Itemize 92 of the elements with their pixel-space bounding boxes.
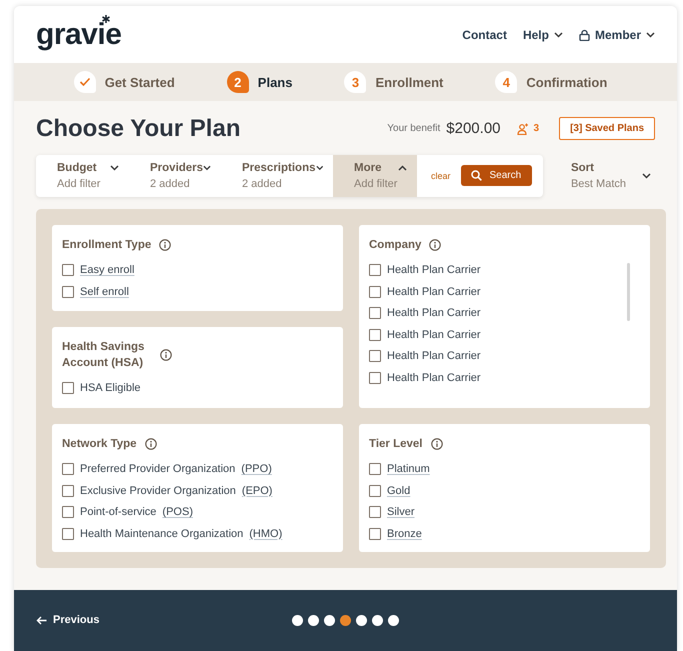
checkbox[interactable] bbox=[62, 286, 74, 298]
checkbox[interactable] bbox=[62, 382, 74, 394]
search-icon bbox=[470, 170, 482, 182]
info-icon[interactable] bbox=[144, 438, 157, 450]
option-label: Health Plan Carrier bbox=[387, 328, 481, 341]
checkbox[interactable] bbox=[369, 528, 381, 540]
option-label: Health Plan Carrier bbox=[387, 350, 481, 362]
scrollbar[interactable] bbox=[627, 262, 630, 321]
abbreviation-link[interactable]: (HMO) bbox=[249, 528, 282, 540]
info-icon[interactable] bbox=[160, 348, 172, 361]
checkbox[interactable] bbox=[369, 463, 381, 476]
group-title: Tier Level bbox=[369, 436, 422, 452]
filter-dropdown[interactable]: Providers 2 added bbox=[129, 154, 221, 197]
benefit-amount: $200.00 bbox=[446, 120, 501, 138]
arrow-left-icon bbox=[36, 616, 47, 625]
checkbox[interactable] bbox=[369, 350, 381, 362]
filter-dropdown[interactable]: Budget Add filter bbox=[36, 154, 129, 197]
option-label: Health Plan Carrier bbox=[387, 286, 481, 298]
step-label: Plans bbox=[258, 74, 292, 90]
search-button[interactable]: Search bbox=[460, 165, 532, 186]
chevron-up-icon bbox=[398, 164, 407, 171]
filter-dropdown[interactable]: Prescriptions 2 added bbox=[221, 154, 333, 197]
page-dot[interactable] bbox=[340, 614, 351, 626]
option-label: Health Plan Carrier bbox=[387, 372, 481, 384]
info-icon[interactable] bbox=[430, 438, 442, 450]
group-title: Network Type bbox=[62, 436, 137, 452]
option-link[interactable]: Self enroll bbox=[80, 286, 129, 298]
clear-link[interactable]: clear bbox=[431, 170, 451, 181]
saved-plans-button[interactable]: [3] Saved Plans bbox=[559, 117, 655, 140]
chevron-down-icon bbox=[203, 164, 211, 171]
info-icon[interactable] bbox=[159, 238, 172, 251]
page-dot[interactable] bbox=[308, 614, 319, 626]
checkbox[interactable] bbox=[62, 264, 74, 276]
abbreviation-link[interactable]: (POS) bbox=[162, 506, 193, 518]
abbreviation-link[interactable]: (PPO) bbox=[241, 463, 272, 476]
option-label: Preferred Provider Organization bbox=[80, 463, 236, 476]
option-label: Health Maintenance Organization bbox=[80, 528, 244, 540]
checkbox[interactable] bbox=[369, 484, 381, 497]
household-count: 3 bbox=[534, 123, 540, 134]
option-link[interactable]: Bronze bbox=[387, 528, 422, 540]
option-label: Health Plan Carrier bbox=[387, 307, 481, 320]
step-number: 3 bbox=[344, 71, 366, 94]
option-label: Exclusive Provider Organization bbox=[80, 484, 236, 497]
step-label: Get Started bbox=[104, 74, 175, 90]
nav-link[interactable]: Contact bbox=[462, 28, 507, 42]
chevron-down-icon bbox=[316, 164, 323, 171]
nav-menu[interactable]: Help bbox=[522, 28, 563, 42]
checkbox[interactable] bbox=[62, 484, 74, 497]
group-title: Health Savings Account (HSA) bbox=[62, 340, 146, 371]
checkbox[interactable] bbox=[369, 328, 381, 341]
chevron-down-icon bbox=[554, 32, 563, 38]
checkbox[interactable] bbox=[369, 286, 381, 298]
filter-dropdown[interactable]: More Add filter bbox=[333, 154, 417, 197]
previous-link[interactable]: Previous bbox=[36, 614, 100, 626]
lock-icon bbox=[578, 28, 590, 41]
checkbox[interactable] bbox=[369, 307, 381, 320]
page-title: Choose Your Plan bbox=[36, 114, 240, 143]
asterisk-icon bbox=[102, 14, 110, 23]
checkbox[interactable] bbox=[62, 506, 74, 518]
chevron-down-icon bbox=[642, 172, 651, 179]
page-dot[interactable] bbox=[324, 614, 335, 626]
option-label: HSA Eligible bbox=[80, 382, 141, 394]
checkbox[interactable] bbox=[369, 372, 381, 384]
option-link[interactable]: Silver bbox=[387, 506, 415, 518]
checkbox[interactable] bbox=[62, 463, 74, 476]
checkbox[interactable] bbox=[369, 264, 381, 276]
option-link[interactable]: Gold bbox=[387, 484, 410, 497]
page-dot[interactable] bbox=[372, 614, 383, 626]
chevron-down-icon bbox=[110, 164, 119, 171]
benefit-label: Your benefit bbox=[387, 123, 440, 134]
step-number: 2 bbox=[226, 71, 249, 94]
option-link[interactable]: Platinum bbox=[387, 463, 430, 476]
checkbox[interactable] bbox=[369, 506, 381, 518]
person-icon[interactable] bbox=[516, 122, 529, 135]
chevron-down-icon bbox=[646, 32, 655, 38]
abbreviation-link[interactable]: (EPO) bbox=[242, 484, 272, 497]
step-number: 4 bbox=[495, 71, 518, 94]
checkbox[interactable] bbox=[62, 528, 74, 540]
option-link[interactable]: Easy enroll bbox=[80, 264, 134, 276]
logo[interactable]: gravie bbox=[36, 18, 122, 51]
info-icon[interactable] bbox=[429, 238, 442, 251]
group-title: Enrollment Type bbox=[62, 238, 152, 253]
group-title: Company bbox=[369, 238, 422, 253]
page-dot[interactable] bbox=[388, 614, 399, 626]
option-label: Health Plan Carrier bbox=[387, 264, 481, 276]
step-label: Confirmation bbox=[526, 74, 608, 90]
page-dot[interactable] bbox=[356, 614, 367, 626]
account-menu[interactable]: Member bbox=[578, 28, 655, 42]
option-label: Point-of-service bbox=[80, 506, 156, 518]
page-dot[interactable] bbox=[292, 614, 303, 626]
step-label: Enrollment bbox=[375, 74, 444, 90]
sort-dropdown[interactable]: Sort Best Match bbox=[570, 162, 651, 190]
